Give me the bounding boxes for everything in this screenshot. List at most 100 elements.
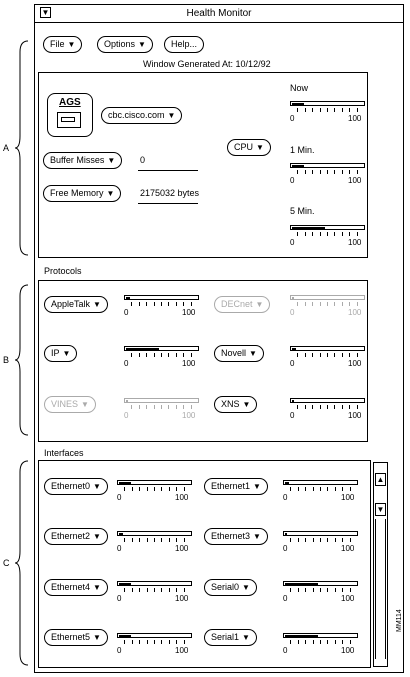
gauge-ticks <box>290 108 365 113</box>
interface-select-ethernet1[interactable]: Ethernet1 ▼ <box>204 478 268 495</box>
gauge-tick <box>131 405 132 409</box>
protocol-select-novell[interactable]: Novell ▼ <box>214 345 264 362</box>
gauge-tick <box>350 640 351 644</box>
scroll-down-arrow-icon[interactable]: ▼ <box>375 503 386 516</box>
gauge-tick <box>191 302 192 306</box>
interface-select-ethernet3[interactable]: Ethernet3 ▼ <box>204 528 268 545</box>
gauge-tick <box>184 538 185 542</box>
chevron-down-icon: ▼ <box>93 300 101 309</box>
chevron-down-icon: ▼ <box>107 156 116 165</box>
chevron-down-icon: ▼ <box>242 633 250 642</box>
gauge-tick <box>297 302 298 306</box>
free-memory-select[interactable]: Free Memory ▼ <box>43 185 122 202</box>
gauge-tick <box>349 302 350 306</box>
protocol-label: IP <box>51 348 60 358</box>
device-icon[interactable]: AGS <box>47 93 93 137</box>
gauge-max-label: 100 <box>182 359 196 368</box>
interfaces-scrollbar[interactable]: ▲ ▼ <box>373 462 388 667</box>
protocol-select-xns[interactable]: XNS ▼ <box>214 396 258 413</box>
gauge-ticks <box>117 588 192 593</box>
interface-select-ethernet5[interactable]: Ethernet5 ▼ <box>44 629 108 646</box>
interface-select-serial1[interactable]: Serial1 ▼ <box>204 629 257 646</box>
gauge-tick <box>334 405 335 409</box>
gauge-tick <box>161 487 162 491</box>
gauge-tick <box>335 640 336 644</box>
interface-gauge-ethernet3: 0 100 <box>283 531 358 555</box>
gauge-tick <box>168 405 169 409</box>
gauge-tick <box>349 170 350 174</box>
interface-select-ethernet0[interactable]: Ethernet0 ▼ <box>44 478 108 495</box>
gauge-tick <box>313 487 314 491</box>
gauge-tick <box>184 640 185 644</box>
gauge-tick <box>312 302 313 306</box>
gauge-tick <box>349 232 350 236</box>
gauge-fill <box>119 583 131 586</box>
gauge-max-label: 100 <box>341 646 355 655</box>
gauge-tick <box>139 405 140 409</box>
gauge-fill <box>119 533 123 536</box>
gauge-max-label: 100 <box>348 411 362 420</box>
gauge-max-label: 100 <box>182 308 196 317</box>
gauge-ticks <box>290 170 365 175</box>
scroll-up-arrow-icon[interactable]: ▲ <box>375 473 386 486</box>
gauge-tick <box>327 353 328 357</box>
chevron-down-icon: ▼ <box>256 143 264 152</box>
gauge-tick <box>131 353 132 357</box>
gauge-tick <box>320 588 321 592</box>
gauge-tick <box>320 353 321 357</box>
gauge-tick <box>342 640 343 644</box>
title-bar: ▼ Health Monitor <box>35 5 403 23</box>
interface-select-ethernet2[interactable]: Ethernet2 ▼ <box>44 528 108 545</box>
gauge-tick <box>342 487 343 491</box>
protocols-heading: Protocols <box>44 266 82 276</box>
interface-select-serial0[interactable]: Serial0 ▼ <box>204 579 257 596</box>
gauge-max-label: 100 <box>175 544 189 553</box>
chevron-down-icon: ▼ <box>242 400 251 409</box>
buffer-misses-select[interactable]: Buffer Misses ▼ <box>43 152 123 169</box>
gauge-tick <box>313 538 314 542</box>
protocol-select-ip[interactable]: IP ▼ <box>44 345 78 362</box>
gauge-tick <box>139 302 140 306</box>
file-menu-label: File <box>50 39 65 49</box>
gauge-tick <box>139 353 140 357</box>
gauge-max-label: 100 <box>348 176 362 185</box>
gauge-tick <box>161 588 162 592</box>
gauge-tick <box>350 487 351 491</box>
file-menu-button[interactable]: File ▼ <box>43 36 83 53</box>
gauge-tick <box>342 353 343 357</box>
gauge-tick <box>169 640 170 644</box>
free-memory-label: Free Memory <box>50 188 104 198</box>
scrollbar-thumb[interactable] <box>375 519 386 659</box>
brace-b <box>14 284 29 436</box>
host-select-value: cbc.cisco.com <box>108 110 165 120</box>
gauge-tick <box>146 302 147 306</box>
gauge-tick <box>305 170 306 174</box>
gauge-tick <box>139 640 140 644</box>
gauge-tick <box>147 640 148 644</box>
protocol-select-decnet[interactable]: DECnet ▼ <box>214 296 271 313</box>
gauge-min-label: 0 <box>117 594 122 603</box>
gauge-tick <box>183 353 184 357</box>
cpu-select[interactable]: CPU ▼ <box>227 139 271 156</box>
interface-select-ethernet4[interactable]: Ethernet4 ▼ <box>44 579 108 596</box>
gauge-tick <box>349 108 350 112</box>
gauge-tick <box>124 538 125 542</box>
gauge-tick <box>154 588 155 592</box>
gauge-tick <box>297 170 298 174</box>
gauge-tick <box>298 538 299 542</box>
gauge-tick <box>168 353 169 357</box>
help-button-label: Help... <box>171 39 198 49</box>
help-button[interactable]: Help... <box>164 36 205 53</box>
gauge-ticks <box>283 487 358 492</box>
options-menu-button[interactable]: Options ▼ <box>97 36 153 53</box>
host-select[interactable]: cbc.cisco.com ▼ <box>101 107 183 124</box>
gauge-tick <box>154 538 155 542</box>
cpu-1min-label: 1 Min. <box>290 145 315 155</box>
gauge-fill <box>285 482 289 485</box>
gauge-tick <box>297 405 298 409</box>
gauge-tick <box>334 170 335 174</box>
gauge-tick <box>146 353 147 357</box>
protocol-select-appletalk[interactable]: AppleTalk ▼ <box>44 296 108 313</box>
protocol-select-vines[interactable]: VINES ▼ <box>44 396 96 413</box>
gauge-tick <box>357 170 358 174</box>
